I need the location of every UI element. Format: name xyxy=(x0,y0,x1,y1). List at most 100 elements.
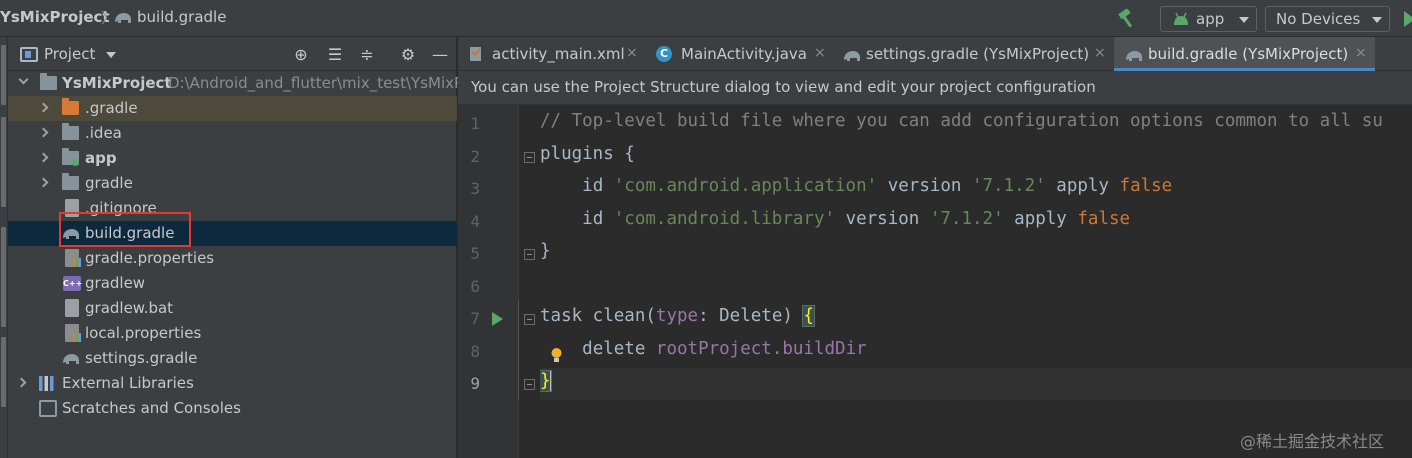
tab-settings-gradle[interactable]: settings.gradle (YsMixProject) × xyxy=(836,37,1114,71)
line-number: 1 xyxy=(470,114,480,133)
tool-strip-structure-button[interactable] xyxy=(1,337,6,407)
tree-item-local-properties[interactable]: local.properties xyxy=(8,321,457,346)
tree-item-label: app xyxy=(85,149,117,167)
shell-script-icon: C++ xyxy=(63,276,82,291)
tree-item-label: YsMixProject xyxy=(62,74,172,92)
gradle-elephant-icon xyxy=(115,13,131,23)
tool-strip-resource-button[interactable] xyxy=(1,117,6,207)
tree-item-gradle-folder[interactable]: gradle xyxy=(8,171,457,196)
tree-item-gradle-properties[interactable]: gradle.properties xyxy=(8,246,457,271)
fold-marker-icon[interactable] xyxy=(524,314,535,325)
chevron-down-icon xyxy=(1239,17,1249,23)
tree-item-settings-gradle[interactable]: settings.gradle xyxy=(8,346,457,371)
tree-item-app[interactable]: app xyxy=(8,146,457,171)
build-hammer-icon[interactable] xyxy=(1116,9,1138,29)
tool-strip-project-button[interactable] xyxy=(1,45,6,105)
code-text: delete xyxy=(582,339,656,359)
close-icon[interactable]: × xyxy=(1094,45,1106,61)
notification-text: You can use the Project Structure dialog… xyxy=(471,78,1096,96)
tree-item-scratches[interactable]: Scratches and Consoles xyxy=(8,396,457,421)
hide-panel-icon[interactable]: — xyxy=(430,45,450,65)
chevron-right-icon[interactable] xyxy=(16,377,27,388)
breadcrumb-project[interactable]: YsMixProject xyxy=(0,8,110,26)
scratches-icon xyxy=(39,400,57,417)
tab-build-gradle[interactable]: build.gradle (YsMixProject) × xyxy=(1114,37,1375,71)
tab-label: build.gradle (YsMixProject) xyxy=(1148,45,1349,63)
tab-label: settings.gradle (YsMixProject) xyxy=(866,45,1090,63)
line-number: 2 xyxy=(470,147,480,166)
tree-item-external-libraries[interactable]: External Libraries xyxy=(8,371,457,396)
tree-item-label: Scratches and Consoles xyxy=(62,399,241,417)
run-task-icon[interactable] xyxy=(492,312,503,326)
code-text: : Delete) xyxy=(698,306,804,326)
java-class-icon: C xyxy=(656,46,672,62)
matched-brace: { xyxy=(802,305,815,327)
project-view-select[interactable]: Project xyxy=(44,45,95,63)
project-panel-header: Project ⊕ ☰ ≑ ⚙ — xyxy=(8,37,457,71)
module-folder-icon xyxy=(40,73,57,90)
tree-item-gradlew-bat[interactable]: gradlew.bat xyxy=(8,296,457,321)
tree-item-path: D:\Android_and_flutter\mix_test\YsMixP xyxy=(168,74,464,92)
tab-activity-main-xml[interactable]: activity_main.xml × xyxy=(458,37,646,71)
tree-item-ysmixproject[interactable]: YsMixProject D:\Android_and_flutter\mix_… xyxy=(8,71,463,96)
chevron-right-icon[interactable] xyxy=(38,177,49,188)
chevron-right-icon[interactable] xyxy=(38,102,49,113)
chevron-down-icon[interactable] xyxy=(18,74,29,85)
fold-marker-icon[interactable] xyxy=(524,379,535,390)
tree-item-gradlew[interactable]: C++ gradlew xyxy=(8,271,457,296)
code-line-7: task clean(type: Delete) { xyxy=(540,305,815,327)
editor-notification-banner: You can use the Project Structure dialog… xyxy=(458,71,1412,105)
gutter-separator xyxy=(518,105,519,458)
code-named-arg: type xyxy=(655,306,699,326)
tree-item-label: gradlew.bat xyxy=(85,299,174,317)
gradle-elephant-icon xyxy=(844,51,860,61)
annotation-highlight-box xyxy=(59,212,191,247)
expand-all-icon[interactable]: ☰ xyxy=(325,45,345,65)
tree-item-idea[interactable]: .idea xyxy=(8,121,457,146)
xml-file-icon xyxy=(470,47,481,61)
fold-marker-icon[interactable] xyxy=(524,152,535,163)
code-line-5: } xyxy=(540,241,551,261)
close-icon[interactable]: × xyxy=(1355,45,1367,61)
project-view-icon xyxy=(20,47,38,62)
tool-strip-manager-button[interactable] xyxy=(1,227,6,327)
editor-tab-bar: activity_main.xml × C MainActivity.java … xyxy=(458,37,1412,71)
tab-main-activity-java[interactable]: C MainActivity.java × xyxy=(646,37,836,71)
locate-file-icon[interactable]: ⊕ xyxy=(291,45,311,65)
folder-icon xyxy=(62,173,79,190)
code-text: task clean( xyxy=(540,306,656,326)
gear-icon[interactable]: ⚙ xyxy=(398,45,418,65)
code-text: id xyxy=(582,209,614,229)
breadcrumb-file[interactable]: build.gradle xyxy=(137,8,226,26)
tree-item-label: gradlew xyxy=(85,274,146,292)
code-text: version xyxy=(835,209,930,229)
line-number: 7 xyxy=(470,309,480,328)
tree-item-label: gradle.properties xyxy=(85,249,215,267)
code-text: id xyxy=(582,176,614,196)
code-property: rootProject.buildDir xyxy=(655,339,867,359)
device-select-label: No Devices xyxy=(1276,10,1361,28)
device-select[interactable]: No Devices xyxy=(1265,6,1390,32)
text-caret xyxy=(549,371,552,391)
code-area[interactable]: // Top-level build file where you can ad… xyxy=(540,105,1412,458)
fold-marker-icon[interactable] xyxy=(524,249,535,260)
chevron-right-icon[interactable] xyxy=(38,127,49,138)
collapse-all-icon[interactable]: ≑ xyxy=(357,45,377,65)
code-line-3: id 'com.android.application' version '7.… xyxy=(540,176,1172,196)
close-icon[interactable]: × xyxy=(814,45,826,61)
code-comment: // Top-level build file where you can ad… xyxy=(540,111,1383,131)
chevron-down-icon[interactable] xyxy=(106,52,116,58)
code-text: apply xyxy=(1045,176,1120,196)
line-number: 9 xyxy=(470,374,480,393)
run-configuration-select[interactable]: app xyxy=(1160,6,1257,32)
code-string: 'com.android.application' xyxy=(613,176,878,196)
run-configuration-label: app xyxy=(1196,10,1225,28)
editor-area: activity_main.xml × C MainActivity.java … xyxy=(458,37,1412,458)
project-tool-window: Project ⊕ ☰ ≑ ⚙ — YsMixProject D:\Androi… xyxy=(8,37,463,458)
run-icon[interactable] xyxy=(1404,11,1412,27)
chevron-right-icon[interactable] xyxy=(38,152,49,163)
close-icon[interactable]: × xyxy=(626,45,638,61)
tree-item-dot-gradle[interactable]: .gradle xyxy=(8,96,457,121)
